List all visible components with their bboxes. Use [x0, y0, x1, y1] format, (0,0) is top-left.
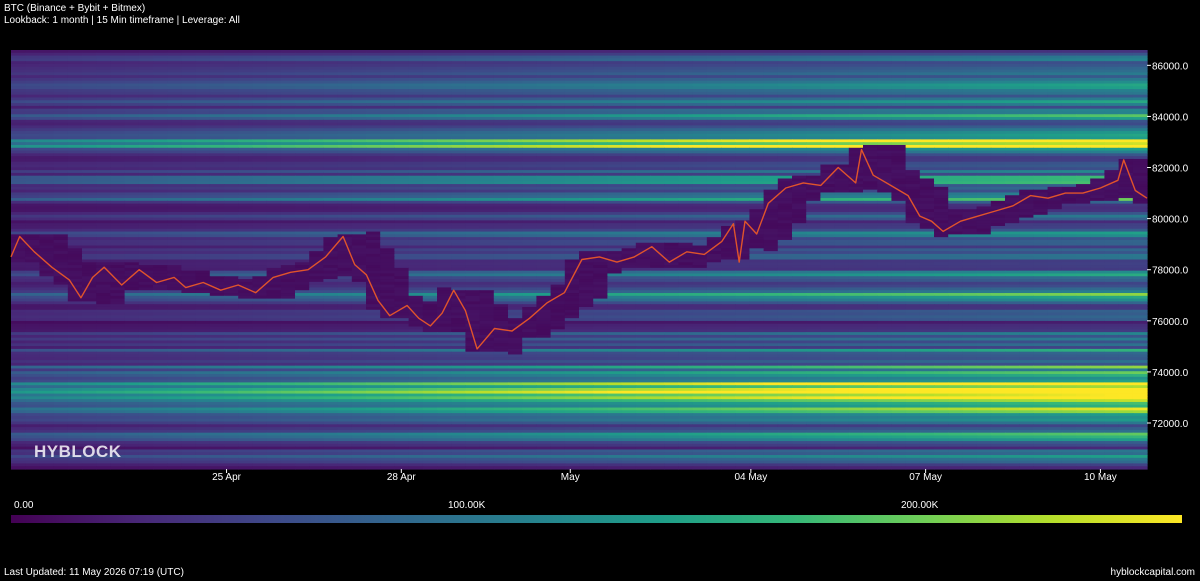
liquidation-heatmap-chart: 72000.074000.076000.078000.080000.082000… [10, 50, 1189, 483]
heatmap-layer [11, 50, 1148, 470]
